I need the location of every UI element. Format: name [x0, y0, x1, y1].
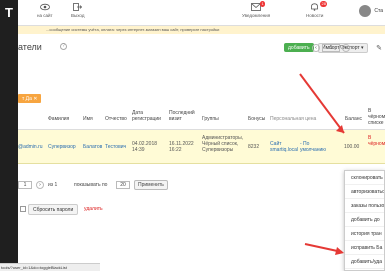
news-label: Новости [306, 13, 324, 18]
prev-page-icon[interactable]: ‹ [312, 44, 320, 52]
page-title: атели [18, 42, 42, 52]
dropdown-item[interactable]: авторизоваться [345, 185, 384, 199]
pager-top: ‹ 1 › [310, 44, 352, 52]
eye-icon [39, 3, 50, 11]
cell-patronymic[interactable]: Тестович [105, 144, 126, 150]
cell-balance: 100.00 [344, 144, 360, 150]
status-bar-url: tools/?user_id=1&do=toggleBlackList [0, 263, 100, 271]
avatar[interactable] [359, 5, 371, 17]
next-page-icon[interactable]: › [342, 44, 350, 52]
cell-blacklist[interactable]: В чёрном [368, 135, 385, 147]
page-header: атели ? добавить Импорт/Экспорт ▾ ✎ [18, 34, 385, 70]
dropdown-item[interactable]: склонировать [345, 171, 384, 185]
exit-label: Выход [71, 13, 85, 18]
cell-site[interactable]: Сайт smartiq.local [270, 141, 298, 153]
per-page-label: показывать по [74, 182, 108, 188]
th-lastname[interactable]: Фамилия [48, 116, 69, 122]
th-firstname[interactable]: Имя [83, 116, 93, 122]
page-number-input[interactable]: 1 [18, 181, 32, 189]
arrow-to-dropdown-item [304, 243, 343, 253]
cell-firstname[interactable]: Балатов [83, 144, 102, 150]
delete-link[interactable]: удалить [84, 206, 103, 212]
exit-icon [73, 3, 83, 11]
help-icon[interactable]: ? [60, 43, 67, 50]
cell-email[interactable]: @admin.ru [18, 144, 43, 150]
cell-reg-date: 04.02.2018 14:39 [132, 141, 158, 153]
row-actions-dropdown: склонировать авторизоваться заказы польз… [344, 170, 385, 271]
th-last-visit[interactable]: Последний визит [169, 110, 195, 122]
dropdown-item[interactable]: исправить Ба [345, 241, 384, 255]
dropdown-item[interactable]: история тран [345, 227, 384, 241]
to-site-link[interactable]: на сайт [37, 3, 53, 18]
user-name[interactable]: Ста [374, 8, 383, 14]
cell-lastname[interactable]: Супервизор [48, 144, 76, 150]
reset-passwords-button[interactable]: Сбросить пароли [28, 204, 79, 215]
news-link[interactable]: 28 Новости [306, 1, 328, 18]
news-badge: 28 [320, 1, 328, 7]
dropdown-item[interactable]: добавить до [345, 213, 384, 227]
settings-wrench-icon[interactable]: ✎ [376, 44, 382, 52]
pager-bottom: 1 › из 1 показывать по 20 Применить [18, 180, 385, 191]
th-personal-price[interactable]: Персональная цена [270, 116, 316, 122]
th-reg-date[interactable]: Дата регистрации [132, 110, 161, 122]
cell-groups: Администраторы, Чёрный список, Супервизо… [202, 135, 244, 153]
to-site-label: на сайт [37, 13, 53, 18]
th-bonuses[interactable]: Бонусы [248, 116, 265, 122]
th-blacklist[interactable]: В чёрном списке [368, 108, 385, 126]
current-page-input[interactable]: 1 [322, 44, 340, 52]
select-all-checkbox[interactable] [20, 206, 26, 212]
notifications-link[interactable]: 1 Уведомления [242, 1, 271, 18]
cell-last-visit: 16.11.2022 16:22 [169, 141, 194, 153]
notifications-badge: 1 [260, 1, 266, 7]
apply-button[interactable]: Применить [134, 180, 168, 190]
filter-chip[interactable]: т Да ✕ [18, 94, 42, 103]
sidebar: T [0, 0, 18, 271]
dropdown-item[interactable]: заказы пользоват [345, 199, 384, 213]
table-header: Фамилия Имя Отчество Дата регистрации По… [18, 106, 385, 130]
cell-bonuses: 8232 [248, 144, 260, 150]
dropdown-item-toggle-blacklist[interactable]: добавить/уда [345, 255, 384, 269]
cell-personal-price[interactable]: - По умолчанию [300, 141, 326, 153]
th-patronymic[interactable]: Отчество [105, 116, 127, 122]
next-page-icon[interactable]: › [36, 181, 44, 189]
table-row[interactable]: @admin.ru Супервизор Балатов Тестович 04… [18, 130, 385, 164]
exit-link[interactable]: Выход [71, 3, 84, 18]
bell-icon [311, 3, 319, 11]
top-bar: на сайт Выход 1 Уведомления 28 Новости С… [18, 0, 385, 26]
arrow-head-dropdown-item [335, 247, 344, 255]
notifications-label: Уведомления [242, 13, 271, 18]
th-balance[interactable]: Баланс [345, 116, 362, 122]
notice-banner: ...сообщение системы учёта, оплата: чере… [18, 26, 385, 34]
per-page-input[interactable]: 20 [116, 181, 130, 189]
app-logo: T [5, 5, 13, 20]
pages-total: из 1 [48, 182, 58, 188]
th-groups[interactable]: Группы [202, 116, 219, 122]
